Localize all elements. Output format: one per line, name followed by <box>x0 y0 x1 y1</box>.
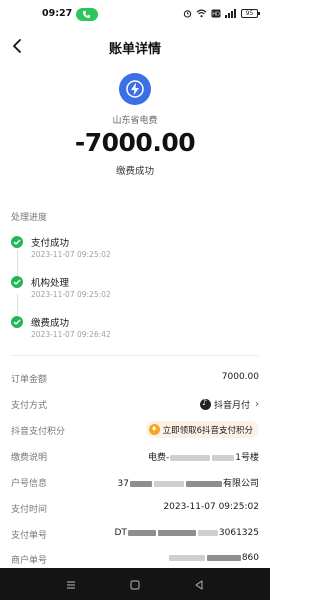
check-circle-icon <box>11 316 23 328</box>
pay-no-row[interactable]: 支付单号 DT 3061325 <box>11 525 259 545</box>
merchant-name: 山东省电费 <box>112 116 158 126</box>
signal-icon <box>225 9 236 18</box>
svg-text:HD: HD <box>212 12 220 18</box>
redacted-text <box>129 480 152 487</box>
pay-note-row: 缴费说明 电费- 1号楼 <box>11 447 259 467</box>
pay-method-value: 抖音月付 <box>213 401 250 411</box>
row-label: 商户单号 <box>11 556 48 566</box>
status-bar: 09:27 HD 95 <box>0 0 270 30</box>
header: 账单详情 <box>0 30 270 64</box>
chevron-right-icon: › <box>255 399 259 410</box>
electricity-logo-icon <box>119 73 151 105</box>
step-time: 2023-11-07 09:25:02 <box>31 250 111 259</box>
progress-step: 机构处理 2023-11-07 09:25:02 <box>11 275 251 305</box>
redacted-text <box>212 454 235 461</box>
merchant-no-value[interactable]: 860 <box>168 553 259 563</box>
pay-time-value: 2023-11-07 09:25:02 <box>163 502 259 512</box>
alarm-icon <box>183 10 192 18</box>
step-label: 支付成功 <box>31 238 70 249</box>
row-label: 支付方式 <box>11 401 48 411</box>
row-label: 缴费说明 <box>11 453 48 463</box>
menu-icon[interactable] <box>64 577 78 591</box>
douyin-icon <box>199 398 211 410</box>
wifi-icon <box>196 9 207 18</box>
pay-no-suffix: 3061325 <box>218 528 259 538</box>
account-prefix: 37 <box>117 479 129 489</box>
step-time: 2023-11-07 09:25:02 <box>31 290 111 299</box>
row-label: 支付时间 <box>11 505 48 515</box>
row-label: 户号信息 <box>11 479 48 489</box>
status-icons: HD 95 <box>183 9 260 18</box>
back-icon[interactable] <box>192 577 206 591</box>
pay-no-prefix: DT <box>114 528 127 538</box>
claim-points-label: 立即领取6抖音支付积分 <box>162 425 253 436</box>
account-value: 37 有限公司 <box>118 476 259 489</box>
progress-title: 处理进度 <box>11 213 48 223</box>
row-label: 支付单号 <box>11 531 48 541</box>
pay-note-suffix: 1号楼 <box>235 453 259 463</box>
page-title: 账单详情 <box>108 42 161 57</box>
check-circle-icon <box>11 276 23 288</box>
redacted-text <box>168 554 205 561</box>
redacted-text <box>185 480 222 487</box>
progress-step: 支付成功 2023-11-07 09:25:02 <box>11 235 251 265</box>
merchant-no-row[interactable]: 商户单号 860 <box>11 550 259 570</box>
step-label: 缴费成功 <box>31 318 70 329</box>
divider <box>11 355 259 356</box>
payment-amount: -7000.00 <box>74 128 196 157</box>
pay-method-link[interactable]: 抖音月付 › <box>199 398 259 411</box>
order-amount-row: 订单金额 7000.00 <box>11 369 259 389</box>
pay-time-row: 支付时间 2023-11-07 09:25:02 <box>11 499 259 519</box>
account-suffix: 有限公司 <box>222 479 259 489</box>
pay-method-row[interactable]: 支付方式 抖音月付 › <box>11 395 259 415</box>
claim-points-button[interactable]: ♦ 立即领取6抖音支付积分 <box>145 421 259 438</box>
redacted-text <box>170 454 211 461</box>
points-row: 抖音支付积分 ♦ 立即领取6抖音支付积分 <box>11 421 259 441</box>
payment-status: 缴费成功 <box>115 166 154 177</box>
progress-step: 缴费成功 2023-11-07 09:26:42 <box>11 315 251 345</box>
step-label: 机构处理 <box>31 278 70 289</box>
points-icon: ♦ <box>148 424 160 435</box>
pay-no-value[interactable]: DT 3061325 <box>114 528 259 538</box>
system-nav-bar <box>0 568 270 600</box>
merchant-no-suffix: 860 <box>241 553 259 563</box>
redacted-text <box>157 529 196 536</box>
hd-icon: HD <box>211 9 221 18</box>
redacted-text <box>197 529 218 536</box>
pay-note-prefix: 电费- <box>148 453 170 463</box>
call-icon[interactable] <box>76 8 98 21</box>
redacted-text <box>127 529 156 536</box>
redacted-text <box>206 554 241 561</box>
account-row: 户号信息 37 有限公司 <box>11 473 259 493</box>
order-amount-value: 7000.00 <box>221 372 259 382</box>
pay-note-value: 电费- 1号楼 <box>148 450 259 463</box>
status-time: 09:27 <box>42 8 73 19</box>
check-circle-icon <box>11 236 23 248</box>
step-time: 2023-11-07 09:26:42 <box>31 330 111 339</box>
home-icon[interactable] <box>128 577 142 591</box>
row-label: 订单金额 <box>11 375 48 385</box>
row-label: 抖音支付积分 <box>11 427 66 437</box>
battery-icon: 95 <box>241 9 260 18</box>
redacted-text <box>153 480 184 487</box>
